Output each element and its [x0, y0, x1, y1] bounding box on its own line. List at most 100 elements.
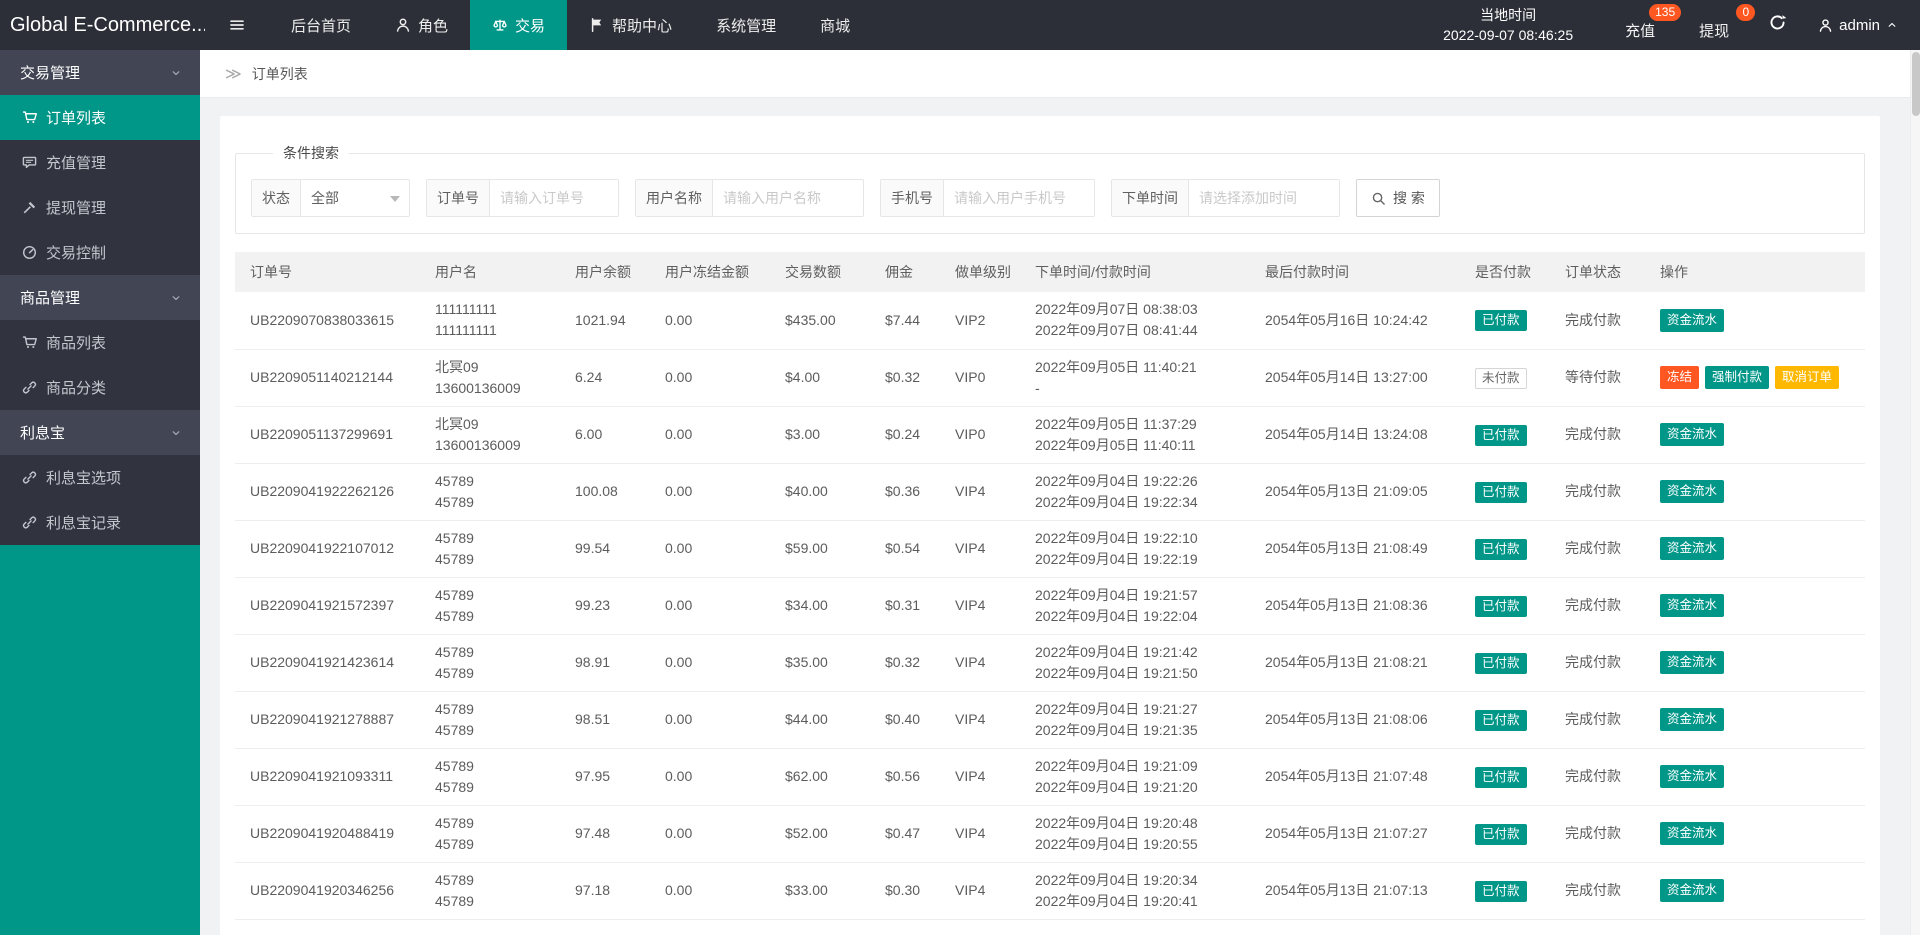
- sidebar-item[interactable]: 商品分类: [0, 365, 200, 410]
- table-row: UB2209041921093311 45789 45789 97.95 0.00 $62…: [235, 748, 1865, 806]
- action-button[interactable]: 强制付款: [1705, 366, 1770, 389]
- cell-paid: 已付款: [1460, 748, 1550, 806]
- table-row: UB2209041921423614 45789 45789 98.91 0.00 $35…: [235, 634, 1865, 692]
- cell-commission: $0.47: [870, 805, 940, 863]
- local-time-value: 2022-09-07 08:46:25: [1443, 27, 1574, 43]
- username-input[interactable]: [713, 180, 863, 216]
- refresh-button[interactable]: [1769, 14, 1787, 36]
- sidebar-item[interactable]: 利息宝选项: [0, 455, 200, 500]
- search-button[interactable]: 搜 索: [1356, 179, 1440, 217]
- action-button[interactable]: 资金流水: [1660, 765, 1725, 788]
- cell-order-time: 2022年09月04日 19:20:48 2022年09月04日 19:20:55: [1020, 805, 1250, 863]
- cell-amount: $435.00: [770, 292, 870, 350]
- cell-commission: $0.31: [870, 577, 940, 635]
- cell-balance: 98.51: [560, 691, 650, 749]
- nav-item[interactable]: 角色: [373, 0, 470, 50]
- paid-status-badge: 未付款: [1475, 367, 1527, 389]
- cell-level: VIP0: [940, 406, 1020, 464]
- nav-item[interactable]: 系统管理: [694, 0, 798, 50]
- cell-commission: $0.32: [870, 634, 940, 692]
- orders-table: 订单号 用户名 用户余额 用户冻结金额 交易数额 佣金 做单级别 下单时间/付款时间 最后付款时…: [235, 252, 1865, 920]
- cell-actions: 资金流水: [1645, 862, 1865, 920]
- sidebar-item[interactable]: 提现管理: [0, 185, 200, 230]
- gavel-icon: [22, 200, 37, 215]
- cell-user: 45789 45789: [420, 691, 560, 749]
- user-menu[interactable]: admin: [1818, 17, 1898, 34]
- filter-legend: 条件搜索: [283, 145, 339, 161]
- action-button[interactable]: 资金流水: [1660, 480, 1725, 503]
- cell-amount: $62.00: [770, 748, 870, 806]
- action-button[interactable]: 资金流水: [1660, 537, 1725, 560]
- chevron-down-icon: [170, 67, 182, 79]
- cell-actions: 冻结 强制付款 取消订单: [1645, 349, 1865, 407]
- cell-paid: 已付款: [1460, 577, 1550, 635]
- cell-amount: $59.00: [770, 520, 870, 578]
- cell-last-pay-time: 2054年05月13日 21:08:06: [1250, 691, 1460, 749]
- sidebar-group-title[interactable]: 商品管理: [0, 275, 200, 320]
- username-label: 用户名称: [636, 180, 713, 216]
- time-line: 2022年09月04日 19:20:41: [1035, 892, 1198, 909]
- phone-input[interactable]: [944, 180, 1094, 216]
- cell-frozen: 0.00: [650, 292, 770, 350]
- paid-status-badge: 已付款: [1475, 595, 1527, 617]
- sidebar-item[interactable]: 商品列表: [0, 320, 200, 365]
- user-line: 45789: [435, 892, 474, 909]
- order-no-input[interactable]: [490, 180, 618, 216]
- cell-actions: 资金流水: [1645, 406, 1865, 464]
- cell-user: 111111111 111111111: [420, 292, 560, 350]
- user-line: 13600136009: [435, 379, 521, 396]
- chevron-down-icon: [390, 196, 400, 202]
- username: admin: [1839, 16, 1880, 34]
- order-time-input[interactable]: [1189, 180, 1339, 216]
- cell-commission: $0.54: [870, 520, 940, 578]
- topbar-link[interactable]: 提现 0: [1699, 3, 1756, 41]
- action-button[interactable]: 资金流水: [1660, 822, 1725, 845]
- nav-item[interactable]: 商城: [798, 0, 872, 50]
- cell-balance: 6.24: [560, 349, 650, 407]
- action-button[interactable]: 资金流水: [1660, 651, 1725, 674]
- menu-toggle-button[interactable]: [205, 0, 269, 50]
- column-header: 是否付款: [1460, 252, 1550, 292]
- cell-actions: 资金流水: [1645, 463, 1865, 521]
- vertical-scrollbar[interactable]: [1910, 50, 1920, 935]
- time-line: 2022年09月04日 19:22:19: [1035, 550, 1198, 567]
- topbar-link[interactable]: 充值 135: [1625, 3, 1682, 41]
- action-button[interactable]: 资金流水: [1660, 423, 1725, 446]
- sidebar-group-title[interactable]: 交易管理: [0, 50, 200, 95]
- scrollbar-thumb[interactable]: [1912, 52, 1920, 116]
- user-line: 45789: [435, 664, 474, 681]
- sidebar-group-title[interactable]: 利息宝: [0, 410, 200, 455]
- page-title: 订单列表: [251, 65, 308, 82]
- user-line: 45789: [435, 778, 474, 795]
- topbar-links: 充值 135 提现 0: [1603, 3, 1756, 41]
- action-button[interactable]: 资金流水: [1660, 308, 1725, 332]
- phone-filter-group: 手机号: [880, 179, 1095, 217]
- cell-user: 45789 45789: [420, 862, 560, 920]
- cell-order-time: 2022年09月04日 19:22:10 2022年09月04日 19:22:19: [1020, 520, 1250, 578]
- nav-item[interactable]: 交易: [470, 0, 568, 50]
- sidebar-item[interactable]: 订单列表: [0, 95, 200, 140]
- action-button[interactable]: 资金流水: [1660, 879, 1725, 902]
- time-line: 2022年09月04日 19:21:27: [1035, 700, 1198, 717]
- action-button[interactable]: 取消订单: [1775, 366, 1840, 389]
- action-button[interactable]: 资金流水: [1660, 708, 1725, 731]
- sidebar-item[interactable]: 利息宝记录: [0, 500, 200, 545]
- topbar-right: 当地时间 2022-09-07 08:46:25 充值 135 提现 0 admin: [1443, 0, 1920, 50]
- cell-order-no: UB2209041922107012: [235, 520, 420, 578]
- cell-user: 45789 45789: [420, 520, 560, 578]
- action-button[interactable]: 冻结: [1660, 366, 1700, 389]
- cell-amount: $33.00: [770, 862, 870, 920]
- table-row: UB2209051140212144 北冥09 13600136009 6.24 0.0…: [235, 349, 1865, 407]
- time-line: -: [1035, 379, 1040, 396]
- action-button[interactable]: 资金流水: [1660, 594, 1725, 617]
- cell-order-time: 2022年09月04日 19:20:34 2022年09月04日 19:20:41: [1020, 862, 1250, 920]
- sidebar-item[interactable]: 交易控制: [0, 230, 200, 275]
- nav-item[interactable]: 帮助中心: [567, 0, 694, 50]
- cart-icon: [22, 335, 37, 350]
- paid-status-badge: 已付款: [1475, 880, 1527, 902]
- cell-frozen: 0.00: [650, 349, 770, 407]
- sidebar-item[interactable]: 充值管理: [0, 140, 200, 185]
- paid-status-badge: 已付款: [1475, 652, 1527, 674]
- status-select[interactable]: 全部: [301, 180, 409, 216]
- nav-item[interactable]: 后台首页: [269, 0, 373, 50]
